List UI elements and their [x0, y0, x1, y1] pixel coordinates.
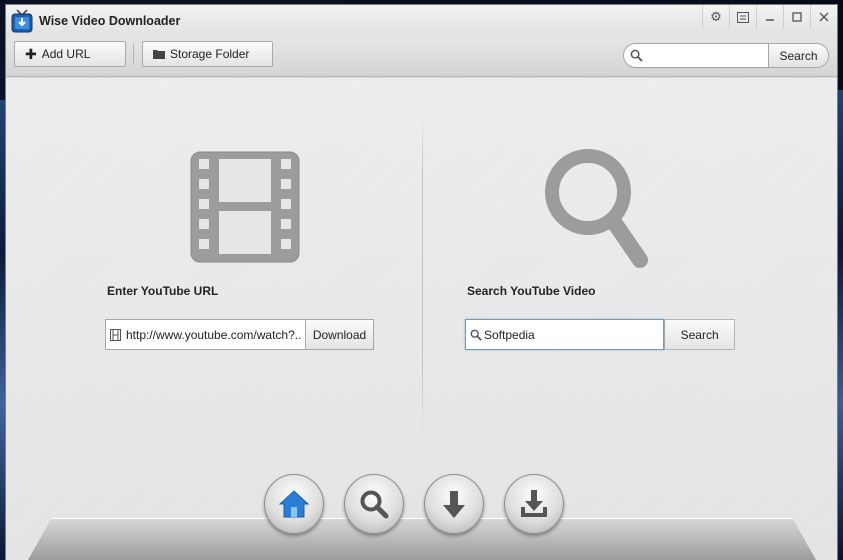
top-search-input[interactable]: [624, 44, 768, 67]
film-small-icon: [110, 329, 121, 341]
close-icon: [819, 12, 829, 22]
url-section-label: Enter YouTube URL: [107, 284, 219, 298]
nav-home-button[interactable]: [264, 474, 324, 534]
folder-icon: [153, 50, 165, 59]
maximize-button[interactable]: [783, 5, 810, 29]
video-search-button[interactable]: Search: [664, 320, 734, 349]
bottom-dock: [28, 518, 816, 560]
minimize-icon: [766, 19, 774, 21]
storage-folder-label: Storage Folder: [170, 47, 250, 61]
search-icon: [630, 49, 643, 62]
feedback-icon: [737, 11, 749, 23]
nav-search-button[interactable]: [344, 474, 404, 534]
close-button[interactable]: [810, 5, 837, 29]
magnifier-icon: [545, 149, 648, 268]
magnifier-icon: [360, 490, 389, 519]
video-search-input[interactable]: [484, 320, 662, 349]
search-icon: [470, 329, 482, 341]
app-window: Wise Video Downloader ⚙ ✚ Add URL Storag…: [5, 4, 838, 560]
feedback-button[interactable]: [729, 5, 756, 29]
house-icon: [278, 490, 310, 518]
settings-button[interactable]: ⚙: [702, 5, 729, 29]
nav-downloaded-button[interactable]: [504, 474, 564, 534]
down-arrow-icon: [443, 491, 465, 518]
app-logo-icon: [11, 9, 33, 33]
add-url-button[interactable]: ✚ Add URL: [14, 41, 126, 67]
download-tray-icon: [521, 490, 547, 517]
section-divider: [422, 108, 423, 438]
film-strip-icon: [190, 151, 300, 263]
download-button[interactable]: Download: [305, 320, 373, 349]
desktop-background-right: [838, 90, 843, 560]
video-search-group: Search: [465, 319, 735, 350]
url-input-group: Download: [105, 319, 374, 350]
gear-icon: ⚙: [710, 9, 722, 24]
title-bar[interactable]: Wise Video Downloader ⚙: [6, 5, 837, 37]
nav-downloading-button[interactable]: [424, 474, 484, 534]
window-title: Wise Video Downloader: [39, 14, 181, 28]
youtube-url-input[interactable]: [126, 320, 301, 349]
toolbar-separator: [133, 43, 134, 65]
minimize-button[interactable]: [756, 5, 783, 29]
top-search-box: Search: [623, 43, 829, 68]
storage-folder-button[interactable]: Storage Folder: [142, 41, 273, 67]
maximize-icon: [792, 12, 802, 22]
toolbar: ✚ Add URL Storage Folder Search: [6, 37, 837, 77]
plus-icon: ✚: [25, 45, 37, 62]
add-url-label: Add URL: [41, 47, 91, 61]
search-section-label: Search YouTube Video: [467, 284, 596, 298]
home-panel: Enter YouTube URL Search YouTube Video D…: [6, 78, 837, 560]
top-search-button[interactable]: Search: [768, 44, 828, 67]
